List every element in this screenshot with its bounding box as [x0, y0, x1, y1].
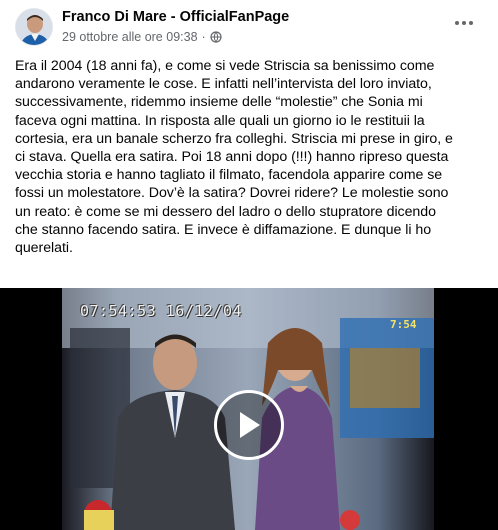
post-header: Franco Di Mare - OfficialFanPage 29 otto… [0, 0, 498, 50]
post-meta: 29 ottobre alle ore 09:38 · [62, 30, 222, 44]
channel-clock: 7:54 [390, 318, 417, 331]
post-date[interactable]: 29 ottobre alle ore 09:38 [62, 30, 198, 44]
facebook-post: Franco Di Mare - OfficialFanPage 29 otto… [0, 0, 498, 530]
meta-separator: · [201, 30, 206, 44]
more-options-icon[interactable] [452, 14, 476, 32]
play-button[interactable] [214, 390, 284, 460]
author-name[interactable]: Franco Di Mare - OfficialFanPage [62, 9, 289, 25]
video-timestamp: 07:54:53 16/12/04 [80, 302, 243, 320]
globe-icon[interactable] [210, 31, 222, 43]
video-player[interactable]: 07:54:53 16/12/04 7:54 [0, 288, 498, 530]
post-text: Era il 2004 (18 anni fa), e come si vede… [15, 58, 453, 257]
author-avatar[interactable] [15, 8, 53, 46]
play-icon [240, 412, 260, 438]
